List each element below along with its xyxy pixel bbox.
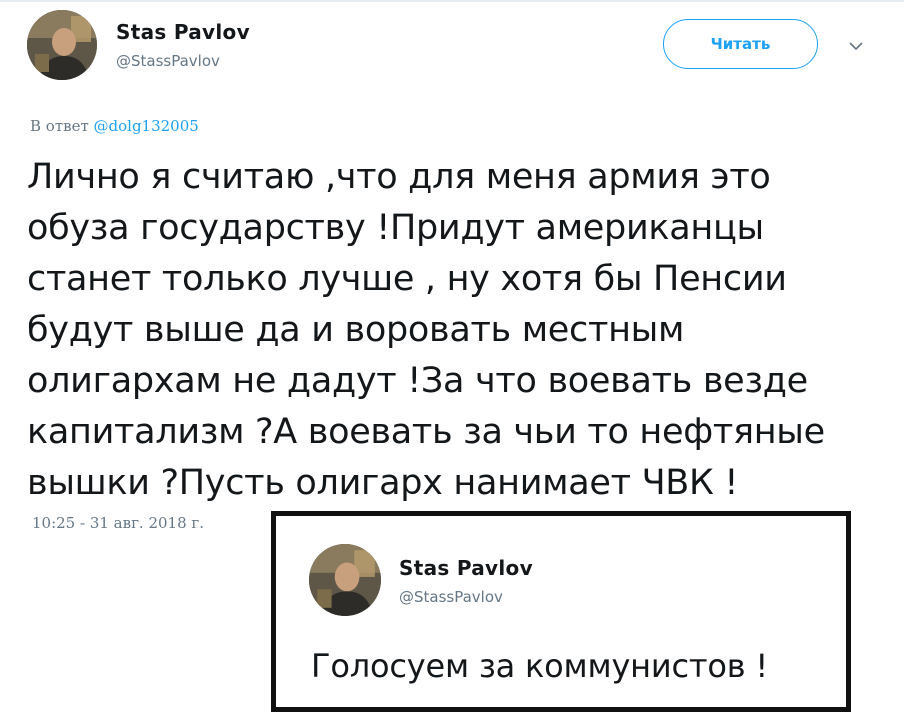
quoted-avatar[interactable] (309, 544, 381, 616)
avatar-image (27, 10, 97, 80)
quoted-avatar-image (309, 544, 381, 616)
quoted-author-name[interactable]: Stas Pavlov (399, 556, 533, 580)
author-handle[interactable]: @StassPavlov (116, 52, 220, 70)
quoted-tweet-card[interactable]: Stas Pavlov @StassPavlov Голосуем за ком… (271, 511, 851, 712)
top-divider (0, 0, 904, 2)
follow-button[interactable]: Читать (663, 19, 818, 69)
avatar[interactable] (27, 10, 97, 80)
chevron-down-icon[interactable] (846, 36, 866, 56)
tweet-text: Лично я считаю ,что для меня армия это о… (27, 157, 825, 503)
quoted-tweet-text: Голосуем за коммунистов ! (311, 647, 768, 685)
reply-context: В ответ @dolg132005 (30, 117, 199, 135)
reply-prefix: В ответ (30, 117, 94, 135)
quoted-author-handle[interactable]: @StassPavlov (399, 588, 503, 606)
reply-to-link[interactable]: @dolg132005 (94, 117, 199, 135)
tweet-timestamp[interactable]: 10:25 - 31 авг. 2018 г. (32, 514, 204, 532)
author-name[interactable]: Stas Pavlov (116, 20, 250, 44)
